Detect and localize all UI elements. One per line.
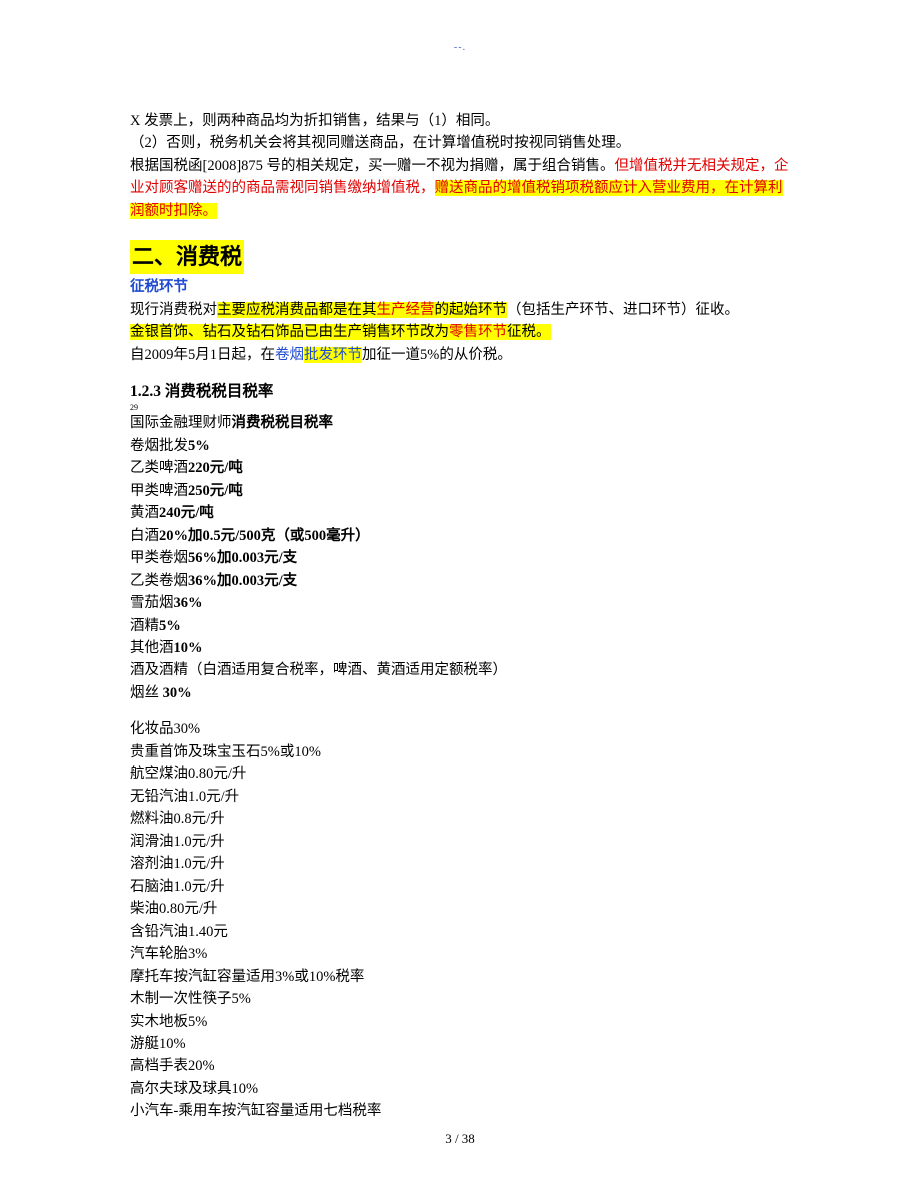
tax-line: 金银首饰、钻石及钻石饰品已由生产销售环节改为零售环节征税。 — [130, 321, 796, 343]
text-highlight: 的起始环节 — [435, 302, 508, 318]
rate-line: 黄酒240元/吨 — [130, 502, 796, 524]
text-span: 甲类卷烟 — [130, 550, 188, 566]
text-span: 自2009年5月1日起，在 — [130, 347, 275, 363]
text-span: 酒精 — [130, 618, 159, 634]
rates-bold-list: 卷烟批发5%乙类啤酒220元/吨甲类啤酒250元/吨黄酒240元/吨白酒20%加… — [130, 435, 796, 660]
rate-line: 甲类卷烟56%加0.003元/支 — [130, 547, 796, 569]
rate-line: 木制一次性筷子5% — [130, 988, 796, 1010]
text-bold: 5% — [159, 618, 181, 634]
document-page: --. X 发票上，则两种商品均为折扣销售，结果与（1）相同。 （2）否则，税务… — [0, 0, 920, 1191]
text-highlight-blue: 批发环节 — [304, 347, 362, 363]
section-title: 二、消费税 — [130, 240, 244, 274]
text-bold: 250元/吨 — [188, 483, 243, 499]
rate-line: 白酒20%加0.5元/500克（或500毫升） — [130, 525, 796, 547]
text-bold: 30% — [163, 685, 192, 701]
rate-line: 含铅汽油1.40元 — [130, 921, 796, 943]
rate-line: 柴油0.80元/升 — [130, 898, 796, 920]
header-mark: --. — [0, 40, 920, 56]
text-span: 白酒 — [130, 528, 159, 544]
rate-line: 溶剂油1.0元/升 — [130, 853, 796, 875]
rate-line: 润滑油1.0元/升 — [130, 831, 796, 853]
rate-line: 乙类啤酒220元/吨 — [130, 457, 796, 479]
rate-line: 航空煤油0.80元/升 — [130, 763, 796, 785]
rate-line: 其他酒10% — [130, 637, 796, 659]
subsection-title: 征税环节 — [130, 276, 796, 298]
text-span: 国际金融理财师 — [130, 415, 232, 431]
text-highlight: 征税。 — [507, 324, 551, 340]
rate-line: 雪茄烟36% — [130, 592, 796, 614]
text-bold: 20%加0.5元/500克（或500毫升） — [159, 528, 370, 544]
text-highlight-red: 零售环节 — [449, 324, 507, 340]
text-span: 乙类卷烟 — [130, 573, 188, 589]
page-footer: 3 / 38 — [0, 1129, 920, 1149]
rate-line: 实木地板5% — [130, 1011, 796, 1033]
heading-123: 1.2.3 消费税税目税率 — [130, 380, 796, 404]
text-blue: 卷烟 — [275, 347, 304, 363]
text-span: 加征一道5%的从价税。 — [362, 347, 512, 363]
rate-line: 摩托车按汽缸容量适用3%或10%税率 — [130, 966, 796, 988]
rate-line: 汽车轮胎3% — [130, 943, 796, 965]
paragraph-line: 根据国税函[2008]875 号的相关规定，买一赠一不视为捐赠，属于组合销售。但… — [130, 155, 796, 222]
rate-line: 游艇10% — [130, 1033, 796, 1055]
tax-line: 自2009年5月1日起，在卷烟批发环节加征一道5%的从价税。 — [130, 344, 796, 366]
text-bold: 240元/吨 — [159, 505, 214, 521]
text-bold: 消费税税目税率 — [232, 415, 334, 431]
text-span: 雪茄烟 — [130, 595, 174, 611]
rate-line: 贵重首饰及珠宝玉石5%或10% — [130, 741, 796, 763]
text-span: 现行消费税对 — [130, 302, 217, 318]
rate-line: 高档手表20% — [130, 1055, 796, 1077]
text-highlight-red: 生产经营 — [377, 302, 435, 318]
tax-line: 现行消费税对主要应税消费品都是在其生产经营的起始环节（包括生产环节、进口环节）征… — [130, 299, 796, 321]
rate-line: 燃料油0.8元/升 — [130, 808, 796, 830]
text-span: 根据国税函[2008]875 号的相关规定，买一赠一不视为捐赠，属于组合销售。 — [130, 158, 615, 174]
paragraph-line: X 发票上，则两种商品均为折扣销售，结果与（1）相同。 — [130, 110, 796, 132]
tiny-mark: 29 — [130, 404, 796, 412]
text-bold: 36% — [174, 595, 203, 611]
text-highlight: 金银首饰、钻石及钻石饰品已由生产销售环节改为 — [130, 324, 449, 340]
text-span: （包括生产环节、进口环节）征收。 — [507, 302, 739, 318]
rate-intro: 国际金融理财师消费税税目税率 — [130, 412, 796, 434]
rate-line: 化妆品30% — [130, 718, 796, 740]
rate-line: 烟丝 30% — [130, 682, 796, 704]
rate-line: 酒精5% — [130, 615, 796, 637]
text-span: 烟丝 — [130, 685, 163, 701]
rates-plain-list: 化妆品30%贵重首饰及珠宝玉石5%或10%航空煤油0.80元/升无铅汽油1.0元… — [130, 718, 796, 1122]
text-span: 卷烟批发 — [130, 438, 188, 454]
paragraph-line: （2）否则，税务机关会将其视同赠送商品，在计算增值税时按视同销售处理。 — [130, 132, 796, 154]
text-bold: 56%加0.003元/支 — [188, 550, 297, 566]
text-span: 乙类啤酒 — [130, 460, 188, 476]
rate-line: 酒及酒精（白酒适用复合税率，啤酒、黄酒适用定额税率） — [130, 659, 796, 681]
text-span: 其他酒 — [130, 640, 174, 656]
text-bold: 36%加0.003元/支 — [188, 573, 297, 589]
rate-line: 小汽车-乘用车按汽缸容量适用七档税率 — [130, 1100, 796, 1122]
text-span: 甲类啤酒 — [130, 483, 188, 499]
rate-line: 无铅汽油1.0元/升 — [130, 786, 796, 808]
text-bold: 5% — [188, 438, 210, 454]
rate-line: 石脑油1.0元/升 — [130, 876, 796, 898]
text-span: 黄酒 — [130, 505, 159, 521]
text-highlight: 主要应税消费品都是在其 — [217, 302, 377, 318]
rate-line: 卷烟批发5% — [130, 435, 796, 457]
rate-line: 高尔夫球及球具10% — [130, 1078, 796, 1100]
text-bold: 10% — [174, 640, 203, 656]
rate-line: 甲类啤酒250元/吨 — [130, 480, 796, 502]
rate-line: 乙类卷烟36%加0.003元/支 — [130, 570, 796, 592]
text-bold: 220元/吨 — [188, 460, 243, 476]
